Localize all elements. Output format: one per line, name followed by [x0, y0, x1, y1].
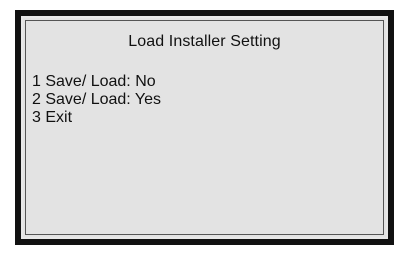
menu-screen: Load Installer Setting 1 Save/ Load: No … [25, 20, 384, 235]
menu-item-exit[interactable]: 3 Exit [32, 109, 161, 127]
menu-list: 1 Save/ Load: No 2 Save/ Load: Yes 3 Exi… [32, 73, 161, 127]
menu-item-save-load-no[interactable]: 1 Save/ Load: No [32, 73, 161, 91]
display-bezel: Load Installer Setting 1 Save/ Load: No … [21, 16, 388, 239]
menu-item-save-load-yes[interactable]: 2 Save/ Load: Yes [32, 91, 161, 109]
display-frame: Load Installer Setting 1 Save/ Load: No … [15, 10, 394, 245]
screen-title: Load Installer Setting [128, 33, 281, 50]
